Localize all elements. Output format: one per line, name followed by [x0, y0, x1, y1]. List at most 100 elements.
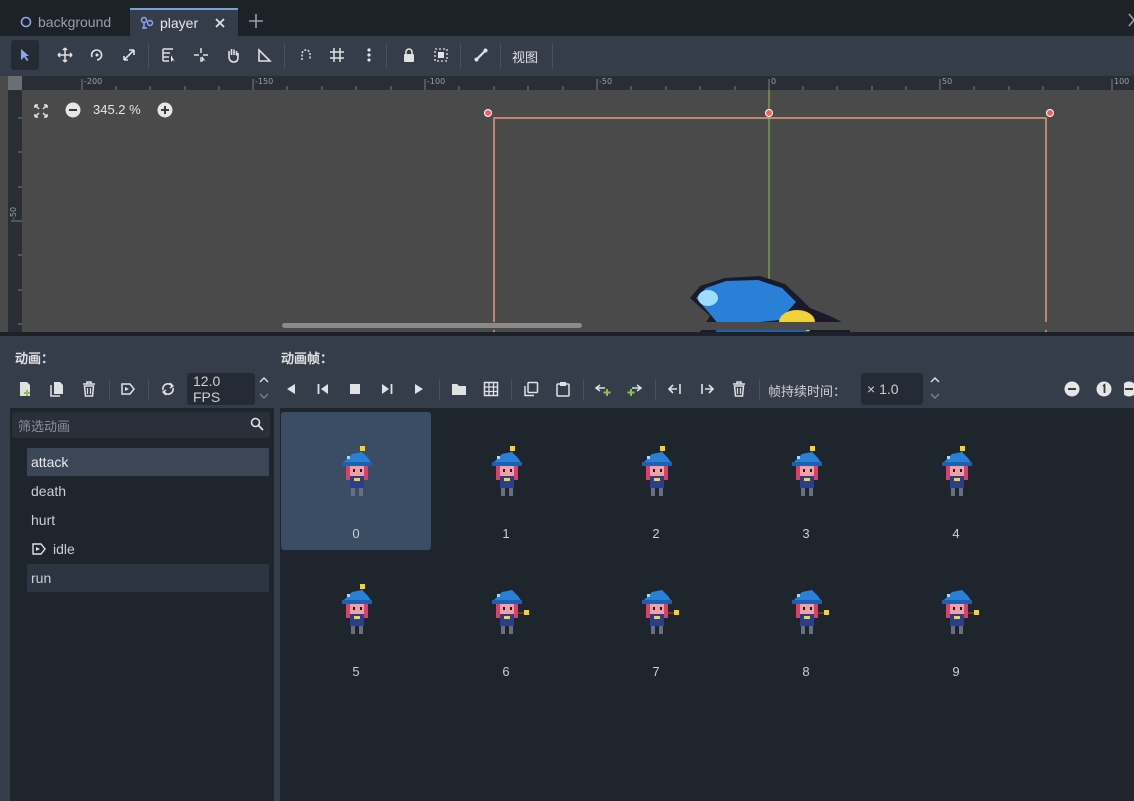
- frame-thumbnail: [788, 584, 832, 636]
- copy-icon: [523, 381, 539, 397]
- loop-button[interactable]: [156, 376, 180, 402]
- frame-cell[interactable]: 9: [881, 550, 1031, 688]
- pan-tool-button[interactable]: [219, 40, 247, 70]
- list-select-button[interactable]: [155, 40, 183, 70]
- scale-tool-button[interactable]: [115, 40, 143, 70]
- filter-animations-input[interactable]: 筛选动画: [12, 412, 270, 438]
- bone-button[interactable]: [467, 40, 495, 70]
- play-backwards-button[interactable]: [311, 376, 335, 402]
- search-icon: [250, 417, 264, 431]
- toolbar-separator: [386, 44, 387, 68]
- play-backwards-from-end-button[interactable]: [279, 376, 303, 402]
- new-animation-button[interactable]: [13, 376, 37, 402]
- frame-number: 6: [502, 664, 510, 679]
- plus-icon[interactable]: [248, 13, 264, 29]
- add-frame-from-file-button[interactable]: [447, 376, 471, 402]
- animation-item-death[interactable]: death: [27, 477, 269, 505]
- pivot-tool-button[interactable]: [187, 40, 215, 70]
- frame-thumbnail: [788, 446, 832, 498]
- insert-empty-after-button[interactable]: [623, 376, 647, 402]
- horizontal-scrollbar[interactable]: [22, 322, 1134, 330]
- move-tool-button[interactable]: [51, 40, 79, 70]
- move-frame-right-button[interactable]: [695, 376, 719, 402]
- fps-stepper[interactable]: [258, 374, 270, 402]
- copy-frame-button[interactable]: [519, 376, 543, 402]
- rotate-icon: [89, 47, 105, 63]
- select-icon: [18, 48, 32, 62]
- distraction-free-icon[interactable]: [1128, 12, 1134, 28]
- circle-node-icon: [20, 16, 32, 28]
- animation-label: hurt: [31, 512, 56, 528]
- frame-number: 7: [652, 664, 660, 679]
- frame-cell[interactable]: 7: [581, 550, 731, 688]
- move-frame-left-button[interactable]: [663, 376, 687, 402]
- ruler-tool-button[interactable]: [251, 40, 279, 70]
- fps-spinbox[interactable]: 12.0 FPS: [187, 373, 255, 405]
- frame-cell[interactable]: 5: [281, 550, 431, 688]
- frame-cell[interactable]: 6: [431, 550, 581, 688]
- animations-title: 动画：: [15, 351, 55, 366]
- animation-item-idle[interactable]: idle: [27, 535, 269, 563]
- close-icon[interactable]: [214, 17, 226, 29]
- trash-icon: [732, 381, 746, 397]
- toolbar-separator: [148, 44, 149, 68]
- panel-separator: [439, 380, 440, 400]
- frames-zoom-out-button[interactable]: [1060, 376, 1084, 402]
- frames-zoom-in-button[interactable]: [1124, 376, 1134, 402]
- delete-animation-button[interactable]: [77, 376, 101, 402]
- move-icon: [57, 47, 73, 63]
- toolbar-separator: [500, 44, 501, 68]
- minus-icon: [1064, 381, 1080, 397]
- select-tool-button[interactable]: [11, 40, 39, 70]
- scene-icon: [140, 16, 154, 30]
- rotate-tool-button[interactable]: [83, 40, 111, 70]
- frames-grid: 0 1 2 3 4 5 6 7 8 9: [280, 408, 1134, 801]
- smart-snap-button[interactable]: [292, 40, 320, 70]
- grid-snap-button[interactable]: [323, 40, 351, 70]
- frame-cell[interactable]: 2: [581, 412, 731, 550]
- frame-cell[interactable]: 1: [431, 412, 581, 550]
- play-button[interactable]: [407, 376, 431, 402]
- panel-separator: [759, 380, 760, 400]
- animation-item-hurt[interactable]: hurt: [27, 506, 269, 534]
- autoplay-icon: [120, 381, 136, 397]
- view-menu-button[interactable]: 视图: [512, 47, 538, 66]
- insert-empty-before-button[interactable]: [591, 376, 615, 402]
- frame-cell[interactable]: 8: [731, 550, 881, 688]
- folder-icon: [451, 382, 467, 396]
- panel-separator: [511, 380, 512, 400]
- animation-item-run[interactable]: run: [27, 564, 269, 592]
- tab-player[interactable]: player: [130, 8, 238, 36]
- frame-cell[interactable]: 0: [281, 412, 431, 550]
- paste-frame-button[interactable]: [551, 376, 575, 402]
- autoplay-button[interactable]: [116, 376, 140, 402]
- delete-frame-button[interactable]: [727, 376, 751, 402]
- panel-separator: [583, 380, 584, 400]
- frames-zoom-reset-button[interactable]: [1092, 376, 1116, 402]
- duration-stepper[interactable]: [929, 374, 941, 402]
- add-frames-from-sheet-button[interactable]: [479, 376, 503, 402]
- group-button[interactable]: [427, 40, 455, 70]
- frame-number: 8: [802, 664, 810, 679]
- pan-icon: [225, 47, 241, 63]
- stop-button[interactable]: [343, 376, 367, 402]
- canvas-viewport[interactable]: -200 -150 -100 -50 0 50 100 -50 345.2 %: [0, 76, 1134, 332]
- lock-button[interactable]: [395, 40, 423, 70]
- frames-title: 动画帧：: [281, 351, 334, 366]
- play-from-start-button[interactable]: [375, 376, 399, 402]
- animation-item-attack[interactable]: attack: [27, 448, 269, 476]
- frame-thumbnail: [638, 584, 682, 636]
- frame-duration-spinbox[interactable]: × 1.0: [861, 373, 923, 405]
- tab-label: player: [160, 15, 199, 31]
- frame-number: 5: [352, 664, 360, 679]
- toolbar-separator: [284, 44, 285, 68]
- scrollbar-thumb[interactable]: [282, 323, 582, 328]
- snap-options-button[interactable]: [355, 40, 383, 70]
- duplicate-icon: [50, 381, 64, 397]
- chevron-up-down-icon: [929, 374, 941, 402]
- frame-cell[interactable]: 3: [731, 412, 881, 550]
- play-icon: [413, 382, 425, 396]
- frame-cell[interactable]: 4: [881, 412, 1031, 550]
- duplicate-animation-button[interactable]: [45, 376, 69, 402]
- tab-background[interactable]: background: [10, 8, 121, 36]
